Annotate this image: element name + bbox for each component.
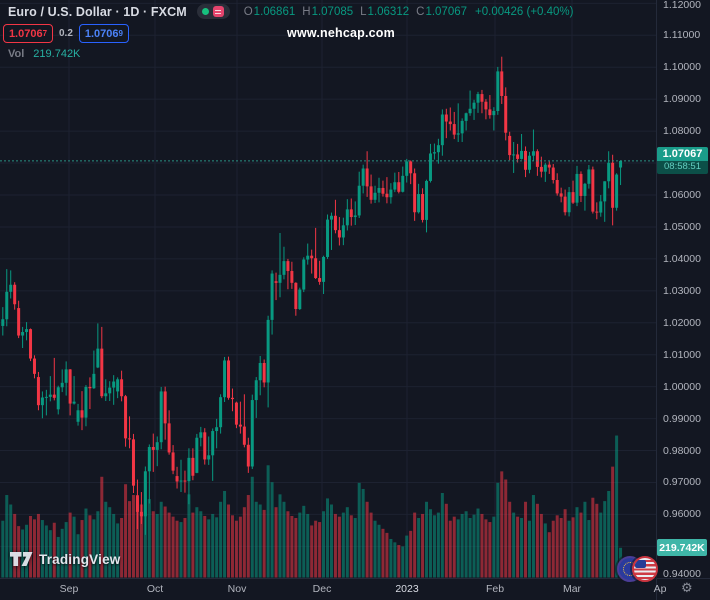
ohlc-values: O1.06861 H1.07085 L1.06312 C1.07067 +0.0… [244,6,574,18]
volume-indicator-row: Vol 219.742K [8,48,80,60]
tradingview-logo-icon [10,552,33,566]
price-chart-canvas[interactable] [0,0,710,600]
low-value: 1.06312 [367,5,410,18]
symbol-flags [617,556,658,582]
volume-value: 219.742K [33,48,81,60]
tradingview-logo-text: TradingView [39,551,121,567]
current-price-badge: 1.07067 08:58:51 [657,147,708,174]
buy-price: 1.0706 [84,27,119,40]
price-axis-label: 1.02000 [663,316,701,329]
price-axis-label: 0.97000 [663,476,701,489]
current-price-value: 1.07067 [657,147,708,161]
bar-countdown: 08:58:51 [657,161,708,174]
volume-label: Vol [8,48,25,60]
sell-button[interactable]: 1.0706 7 [3,24,53,43]
open-value: 1.06861 [253,5,296,18]
price-axis-label: 1.12000 [663,0,701,11]
price-axis-label: 0.94000 [663,568,701,580]
price-axis-label: 0.96000 [663,508,701,521]
price-axis-label: 1.03000 [663,284,701,297]
price-axis-label: 1.10000 [663,61,701,74]
symbol-quick-toggle[interactable] [196,4,230,19]
gear-icon[interactable]: ⚙ [681,581,693,597]
trade-panel: 1.0706 7 0.2 1.0706 9 [3,24,129,43]
price-axis-label: 1.09000 [663,93,701,106]
price-axis-label: 0.98000 [663,444,701,457]
time-axis-label: Ap [653,583,667,595]
time-axis-label: Nov [227,583,247,595]
time-axis-label: Mar [562,583,582,595]
high-label: H [302,5,311,18]
symbol-header: Euro / U.S. Dollar · 1D · FXCM O1.06861 … [8,4,573,19]
details-list-icon [212,6,224,17]
price-axis-label: 1.04000 [663,252,701,265]
time-axis-label: 2023 [395,583,419,595]
time-axis-label: Dec [312,583,332,595]
price-axis-label: 1.08000 [663,125,701,138]
price-axis-label: 1.05000 [663,220,701,233]
current-volume-badge: 219.742K [657,539,707,556]
tradingview-logo[interactable]: TradingView [10,551,120,567]
sell-price: 1.0706 [8,27,43,40]
close-label: C [416,5,425,18]
price-axis-label: 1.00000 [663,380,701,393]
high-value: 1.07085 [311,5,354,18]
symbol-title: Euro / U.S. Dollar · 1D · FXCM [8,4,187,19]
time-axis-label: Feb [485,583,505,595]
time-axis-label: Oct [146,583,164,595]
time-axis-label: Sep [59,583,79,595]
price-axis-label: 1.01000 [663,348,701,361]
buy-button[interactable]: 1.0706 9 [78,24,129,43]
tradingview-chart-window: Euro / U.S. Dollar · 1D · FXCM O1.06861 … [0,0,710,600]
open-label: O [243,5,253,18]
change-value: +0.00426 (+0.40%) [475,5,574,18]
spread-value: 0.2 [59,28,73,39]
price-axis-label: 1.06000 [663,189,701,201]
price-axis-label: 0.99000 [663,412,701,425]
us-flag-icon [632,556,658,582]
low-label: L [360,5,367,18]
market-open-dot-icon [201,8,209,15]
close-value: 1.07067 [425,5,468,18]
